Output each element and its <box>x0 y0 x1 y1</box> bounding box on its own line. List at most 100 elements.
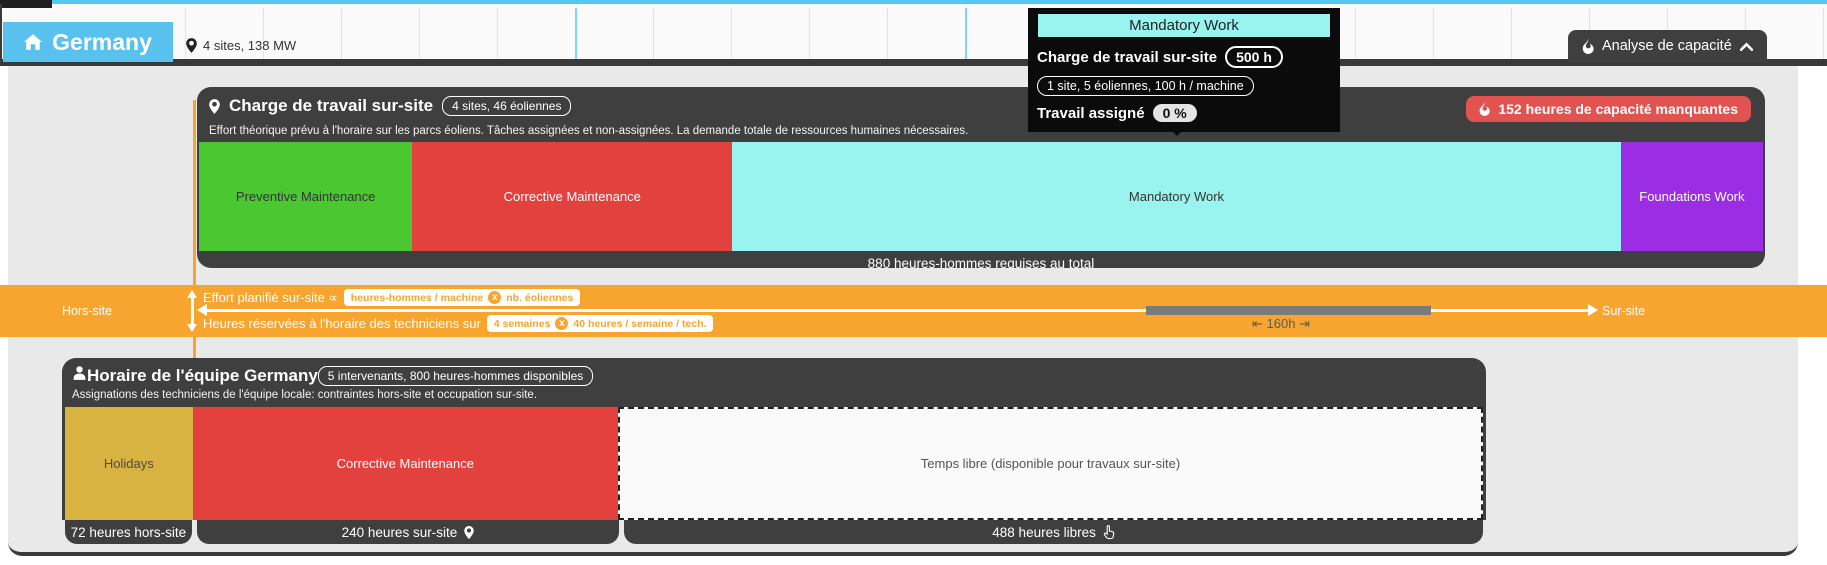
tooltip-workload-value: 500 h <box>1225 46 1283 68</box>
workload-panel: Charge de travail sur-site 4 sites, 46 é… <box>197 87 1765 268</box>
bar-segment-foundations-work[interactable]: Foundations Work <box>1621 142 1763 251</box>
tooltip-assigned-label: Travail assigné <box>1037 105 1145 122</box>
pin-icon <box>186 38 197 53</box>
arrow-down-icon <box>187 324 197 332</box>
sites-summary-label: 4 sites, 138 MW <box>203 38 296 53</box>
bar-segment-temps-libre-disponible-pour-travaux-sur-site-[interactable]: Temps libre (disponible pour travaux sur… <box>618 407 1483 520</box>
reserved-hours-label: Heures réservées à l'horaire des technic… <box>203 316 481 331</box>
segment-label: Holidays <box>104 456 154 471</box>
home-icon <box>24 34 42 50</box>
workload-panel-title: Charge de travail sur-site <box>229 96 433 116</box>
missing-capacity-badge[interactable]: 152 heures de capacité manquantes <box>1466 96 1751 122</box>
capacity-analysis-label: Analyse de capacité <box>1602 38 1732 54</box>
tooltip-workload-label: Charge de travail sur-site <box>1037 49 1217 66</box>
onsite-label: Sur-site <box>1602 304 1645 318</box>
flame-icon <box>1582 39 1594 54</box>
capacity-span-bar <box>1146 306 1431 315</box>
bar-footer-72-heures-hors-site: 72 heures hors-site <box>65 520 192 544</box>
grid-line <box>887 8 888 64</box>
formula-term-b: nb. éoliennes <box>506 292 573 304</box>
sites-summary: 4 sites, 138 MW <box>186 36 296 54</box>
vertical-arrow-line <box>191 297 194 325</box>
team-panel-title: Horaire de l'équipe Germany <box>87 366 318 386</box>
planned-effort-row: Effort planifié sur-site ∝ heures-hommes… <box>203 289 580 306</box>
flame-icon <box>1479 102 1490 116</box>
tooltip-assigned-value: 0 % <box>1153 104 1197 122</box>
corner-notch <box>0 0 52 8</box>
missing-capacity-label: 152 heures de capacité manquantes <box>1498 101 1738 117</box>
capacity-analysis-button[interactable]: Analyse de capacité <box>1568 30 1767 62</box>
tooltip-workload-row: Charge de travail sur-site 500 h <box>1037 46 1331 68</box>
team-panel-badge: 5 intervenants, 800 heures-hommes dispon… <box>318 366 593 386</box>
region-tab-germany[interactable]: Germany <box>3 22 173 62</box>
grid-line <box>497 8 498 64</box>
bar-segment-corrective-maintenance[interactable]: Corrective Maintenance <box>412 142 732 251</box>
grid-line <box>419 8 420 64</box>
segment-label: Foundations Work <box>1639 189 1744 204</box>
workload-panel-subtitle: Effort théorique prévu à l'horaire sur l… <box>197 122 1765 142</box>
segment-label: Mandatory Work <box>1129 189 1224 204</box>
bar-segment-holidays[interactable]: Holidays <box>65 407 193 520</box>
formula-term-a: heures-hommes / machine <box>351 292 483 304</box>
team-panel: Horaire de l'équipe Germany 5 intervenan… <box>62 358 1486 544</box>
chevron-up-icon <box>1740 42 1753 51</box>
grid-line-highlight <box>575 8 577 64</box>
pin-icon <box>464 526 474 539</box>
workload-panel-header: Charge de travail sur-site 4 sites, 46 é… <box>197 87 1765 122</box>
grid-line <box>809 8 810 64</box>
bar-footer-488-heures-libres: 488 heures libres <box>624 520 1483 544</box>
segment-label: Preventive Maintenance <box>236 189 375 204</box>
workload-title-row: Charge de travail sur-site 4 sites, 46 é… <box>209 96 571 116</box>
effort-formula-pill: heures-hommes / machine x nb. éoliennes <box>344 289 581 306</box>
grid-line <box>731 8 732 64</box>
footer-label: 240 heures sur-site <box>342 525 458 540</box>
region-tab-label: Germany <box>52 29 152 56</box>
capacity-analysis-screen: Germany 4 sites, 138 MW Analyse de capac… <box>0 0 1827 565</box>
formula-term-a: 4 semaines <box>494 318 551 330</box>
formula-term-b: 40 heures / semaine / tech. <box>573 318 706 330</box>
team-bar-footers: 72 heures hors-site 240 heures sur-site 48… <box>62 520 1486 544</box>
tooltip-arrow-icon <box>1168 127 1186 136</box>
person-icon <box>72 366 87 381</box>
grid-line <box>1511 8 1512 64</box>
segment-label: Corrective Maintenance <box>504 189 641 204</box>
grid-line <box>1355 8 1356 64</box>
bar-segment-corrective-maintenance[interactable]: Corrective Maintenance <box>193 407 618 520</box>
workload-panel-badge: 4 sites, 46 éoliennes <box>442 96 571 116</box>
segment-tooltip: Mandatory Work Charge de travail sur-sit… <box>1028 8 1340 132</box>
arrow-up-icon <box>187 290 197 298</box>
planned-effort-label: Effort planifié sur-site ∝ <box>203 290 338 306</box>
offsite-label: Hors-site <box>62 304 112 318</box>
schedule-formula-pill: 4 semaines x 40 heures / semaine / tech. <box>487 315 714 332</box>
workload-bar: Preventive Maintenance Corrective Mainten… <box>197 142 1765 251</box>
bar-segment-mandatory-work[interactable]: Mandatory Work <box>732 142 1621 251</box>
left-border <box>0 4 2 60</box>
bar-footer-240-heures-sur-site: 240 heures sur-site <box>197 520 619 544</box>
tooltip-title: Mandatory Work <box>1037 13 1331 38</box>
flow-band: Hors-site Sur-site ⇤ 160h ⇥ Effort plani… <box>0 285 1827 337</box>
content-top-border <box>0 59 1827 66</box>
grid-line-highlight <box>965 8 967 64</box>
tooltip-assigned-row: Travail assigné 0 % <box>1037 104 1331 122</box>
grid-line <box>1823 8 1824 64</box>
grid-line <box>341 8 342 64</box>
grid-line <box>653 8 654 64</box>
multiply-icon: x <box>555 317 568 330</box>
capacity-span-label: ⇤ 160h ⇥ <box>1252 316 1310 332</box>
segment-label: Temps libre (disponible pour travaux sur… <box>921 456 1180 471</box>
team-panel-body: Horaire de l'équipe Germany 5 intervenan… <box>62 358 1486 520</box>
tooltip-detail-pill: 1 site, 5 éoliennes, 100 h / machine <box>1037 76 1254 96</box>
reserved-hours-row: Heures réservées à l'horaire des technic… <box>203 315 713 332</box>
hand-pointer-icon <box>1103 525 1115 540</box>
footer-label: 72 heures hors-site <box>71 525 187 540</box>
multiply-icon: x <box>488 291 501 304</box>
arrow-right-icon <box>1588 304 1598 316</box>
footer-label: 488 heures libres <box>992 525 1096 540</box>
team-panel-header: Horaire de l'équipe Germany 5 intervenan… <box>62 358 1486 386</box>
team-bar: Holidays Corrective Maintenance Temps libr… <box>62 407 1486 520</box>
bar-segment-preventive-maintenance[interactable]: Preventive Maintenance <box>199 142 412 251</box>
team-panel-subtitle: Assignations des techniciens de l'équipe… <box>62 386 1486 407</box>
pin-icon <box>209 99 220 114</box>
workload-total-bar: 880 heures-hommes requises au total <box>197 251 1765 276</box>
segment-label: Corrective Maintenance <box>337 456 474 471</box>
